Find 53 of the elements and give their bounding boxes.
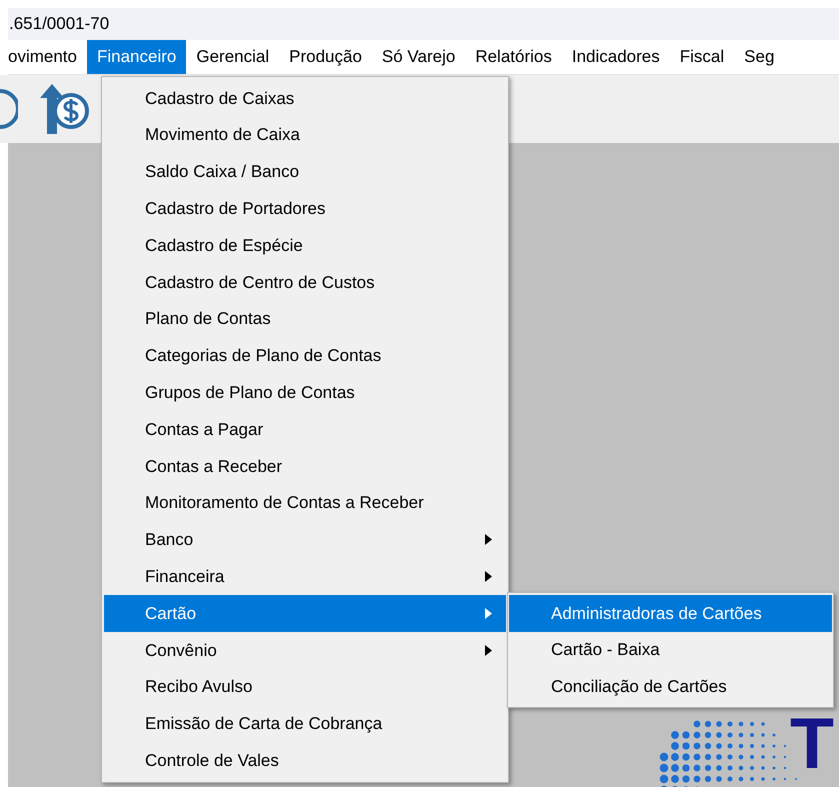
dropdown-item[interactable]: Financeira [104,558,506,596]
dropdown-item[interactable]: Saldo Caixa / Banco [104,154,506,190]
dropdown-item[interactable]: Monitoramento de Contas a Receber [104,484,506,522]
dropdown-item[interactable]: Categorias de Plano de Contas [104,338,506,374]
dropdown-item-label: Recibo Avulso [145,676,252,698]
menu-item[interactable]: Financeiro [86,40,186,74]
dropdown-item-label: Controle de Vales [145,750,279,772]
menu-item[interactable]: Produção [279,40,372,74]
dropdown-item-label: Cadastro de Portadores [145,198,326,220]
dropdown-item[interactable]: Plano de Contas [104,300,506,338]
dropdown-item-label: Cartão [145,602,196,625]
menu-item[interactable]: Seg [734,40,784,74]
submenu-item[interactable]: Cartão - Baixa [509,632,832,669]
menu-item[interactable]: Gerencial [186,40,280,74]
dropdown-item[interactable]: Controle de Vales [104,742,506,780]
dropdown-item[interactable]: Emissão de Carta de Cobrança [104,706,506,742]
menu-item[interactable]: Relatórios [465,40,562,74]
dropdown-item[interactable]: Cartão [104,595,506,632]
menu-item[interactable]: Só Varejo [372,40,466,74]
dropdown-item-label: Cadastro de Espécie [145,234,303,257]
menu-item[interactable]: ovimento [8,40,87,74]
submenu-item[interactable]: Conciliação de Cartões [509,668,832,706]
dropdown-item[interactable]: Grupos de Plano de Contas [104,374,506,412]
dropdown-item[interactable]: Movimento de Caixa [104,116,506,154]
dropdown-item-label: Categorias de Plano de Contas [145,345,382,368]
dropdown-item-label: Movimento de Caixa [145,124,300,146]
window-title: .651/0001-70 [9,13,110,36]
submenu-item[interactable]: Administradoras de Cartões [509,595,832,632]
dropdown-item[interactable]: Cadastro de Centro de Custos [104,264,506,301]
dropdown-item[interactable]: Contas a Pagar [104,411,506,448]
dropdown-item[interactable]: Recibo Avulso [104,668,506,706]
logo-text: T [790,708,834,780]
dropdown-item-label: Contas a Receber [145,456,282,478]
arrow-dollar-icon [38,84,90,134]
menu-item[interactable]: Indicadores [562,40,670,74]
dropdown-item[interactable]: Cadastro de Espécie [104,227,506,264]
dropdown-item-label: Saldo Caixa / Banco [145,161,300,184]
dropdown-item[interactable]: Banco [104,522,506,558]
menu-item[interactable]: Fiscal [670,40,734,74]
dropdown-item-label: Emissão de Carta de Cobrança [145,713,382,736]
dropdown-item[interactable]: Cadastro de Caixas [104,80,506,117]
dropdown-item-label: Plano de Contas [145,308,271,330]
dropdown-item[interactable]: Contas a Receber [104,448,506,485]
dropdown-item-label: Financeira [145,566,224,588]
dropdown-item-label: Banco [145,529,194,552]
dropdown-item-label: Cadastro de Centro de Custos [145,272,375,294]
dropdown-item-label: Contas a Pagar [145,418,264,441]
dropdown-item[interactable]: Convênio [104,632,506,669]
dropdown-item[interactable]: Cadastro de Portadores [104,190,506,228]
dropdown-item-label: Grupos de Plano de Contas [145,382,355,404]
dropdown-item-label: Monitoramento de Contas a Receber [145,492,424,514]
dropdown-item-label: Convênio [145,640,217,662]
dropdown-item-label: Cadastro de Caixas [145,88,294,110]
